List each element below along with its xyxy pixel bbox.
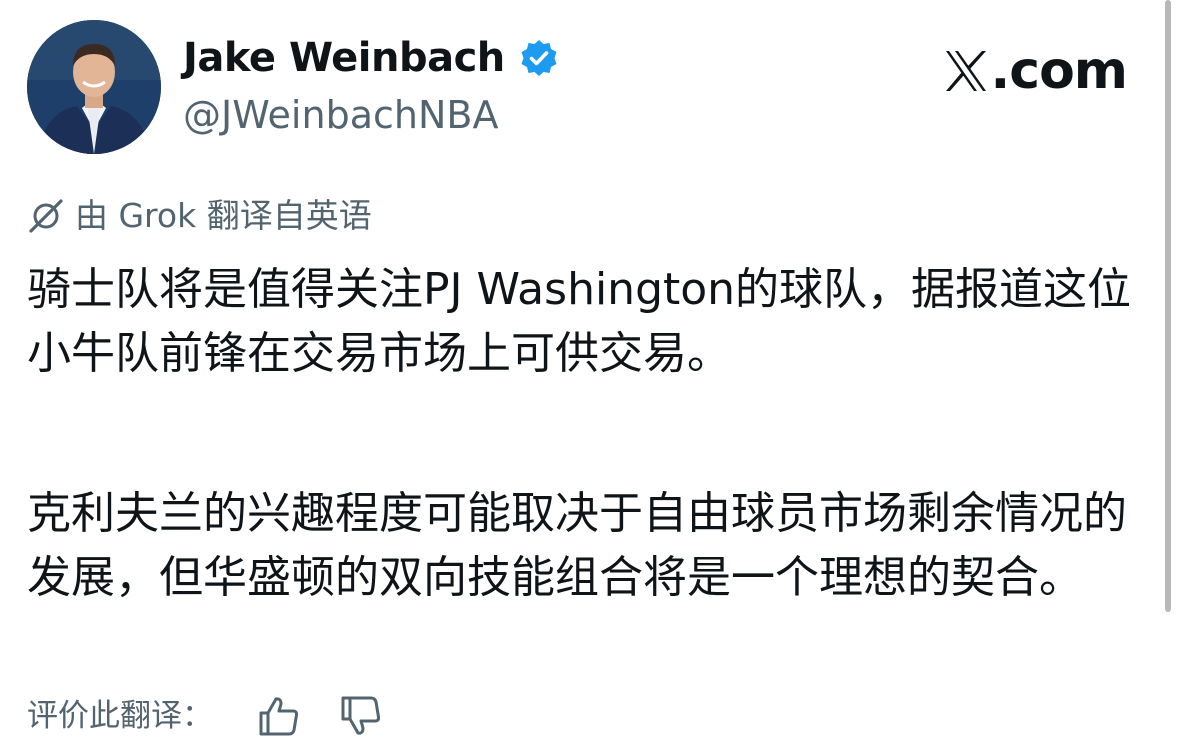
site-logo-text: .com xyxy=(990,41,1128,101)
avatar[interactable] xyxy=(27,20,161,154)
verified-badge-icon xyxy=(519,38,559,78)
author-display-name[interactable]: Jake Weinbach xyxy=(183,32,505,84)
thumbs-down-icon xyxy=(341,696,381,735)
thumbs-down-button[interactable] xyxy=(335,690,387,742)
translation-note: 由 Grok 翻译自英语 xyxy=(27,192,372,240)
translation-note-text: 由 Grok 翻译自英语 xyxy=(75,196,372,235)
tweet-paragraph: 克利夫兰的兴趣程度可能取决于自由球员市场剩余情况的发展，但华盛顿的双向技能组合将… xyxy=(27,488,1127,603)
thumbs-up-button[interactable] xyxy=(253,690,305,742)
grok-icon xyxy=(29,199,63,233)
rate-translation-label: 评价此翻译： xyxy=(27,698,213,734)
rate-translation-row: 评价此翻译： xyxy=(27,690,417,742)
thumbs-up-icon xyxy=(259,697,299,736)
scrollbar[interactable] xyxy=(1165,0,1171,612)
tweet-text: 骑士队将是值得关注PJ Washington的球队，据报道这位小牛队前锋在交易市… xyxy=(27,258,1155,610)
tweet-paragraph: 骑士队将是值得关注PJ Washington的球队，据报道这位小牛队前锋在交易市… xyxy=(27,264,1132,379)
author-handle[interactable]: @JWeinbachNBA xyxy=(183,90,498,140)
site-logo: .com xyxy=(943,36,1128,106)
x-logo-icon xyxy=(945,51,986,91)
author-name-row: Jake Weinbach xyxy=(183,32,559,84)
